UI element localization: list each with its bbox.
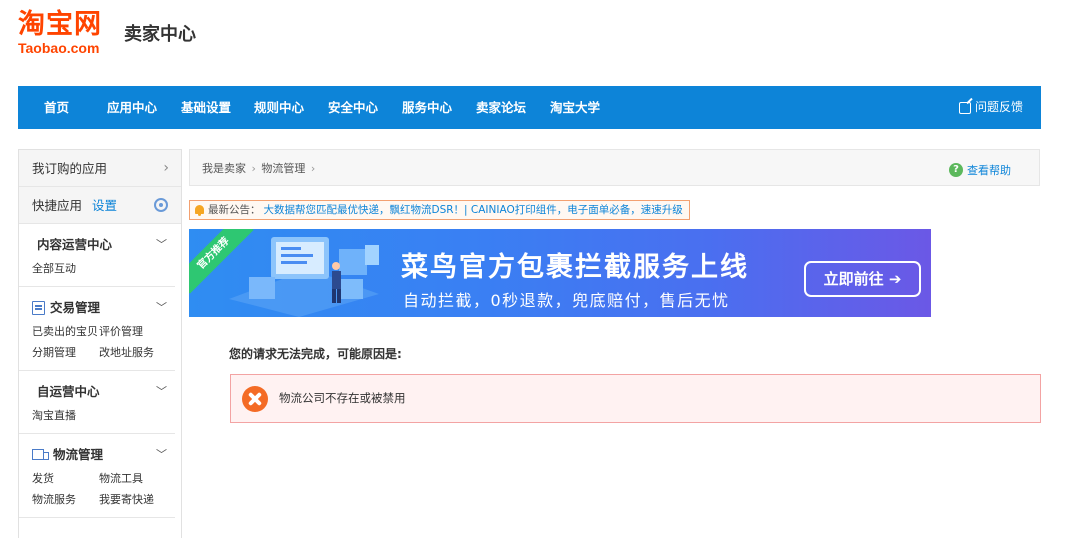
taobao-logo[interactable]: 淘宝网 Taobao.com (18, 9, 102, 56)
document-icon (32, 301, 45, 315)
help-link[interactable]: ? 查看帮助 (949, 162, 1011, 178)
feedback-label: 问题反馈 (974, 100, 1023, 114)
promo-banner[interactable]: 官方推荐 菜鸟官方包裹拦截服务上线 自动拦截，0秒退款，兜底赔付，售后无忧 立即… (189, 229, 931, 317)
feedback-link[interactable]: 问题反馈 (958, 86, 1023, 129)
error-x-icon (242, 386, 268, 412)
sidebar-link-installments[interactable]: 分期管理 (32, 344, 99, 360)
sidebar-link-send-express[interactable]: 我要寄快递 (99, 491, 166, 507)
quick-apps-label: 快捷应用 (32, 198, 83, 213)
sidebar-link-ship[interactable]: 发货 (32, 470, 99, 486)
group-title-row[interactable]: 交易管理 (32, 299, 162, 317)
group-title: 交易管理 (50, 300, 101, 315)
nav-item-app-center[interactable]: 应用中心 (107, 86, 157, 129)
group-title-row[interactable]: 物流管理 (32, 446, 162, 464)
nav-item-service-center[interactable]: 服务中心 (402, 86, 452, 129)
sidebar-link-all-interactions[interactable]: 全部互动 (32, 260, 99, 276)
sidebar-group-content-ops: 内容运营中心 ﹀ 全部互动 (19, 224, 175, 287)
sidebar-link-sold-items[interactable]: 已卖出的宝贝 (32, 323, 99, 339)
breadcrumb-separator: › (251, 162, 256, 175)
sidebar-link-logistics-tools[interactable]: 物流工具 (99, 470, 166, 486)
error-message: 物流公司不存在或被禁用 (279, 391, 406, 405)
sidebar-link-review-management[interactable]: 评价管理 (99, 323, 166, 339)
error-heading: 您的请求无法完成，可能原因是: (229, 347, 402, 361)
announcement-label: 最新公告： (208, 204, 261, 216)
group-title: 物流管理 (53, 447, 104, 462)
banner-subtitle: 自动拦截，0秒退款，兜底赔付，售后无忧 (403, 291, 730, 310)
banner-title: 菜鸟官方包裹拦截服务上线 (401, 252, 749, 283)
breadcrumb-bar: 我是卖家 › 物流管理 › ? 查看帮助 (189, 149, 1040, 186)
logo-english: Taobao.com (18, 40, 100, 56)
header: 淘宝网 Taobao.com 卖家中心 (0, 0, 1080, 86)
chevron-right-icon: › (163, 160, 169, 176)
quick-apps-settings-link[interactable]: 设置 (92, 198, 117, 213)
subscribed-apps-label: 我订购的应用 (32, 161, 108, 176)
nav-item-taobao-university[interactable]: 淘宝大学 (550, 86, 600, 129)
main-nav: 首页 应用中心 基础设置 规则中心 安全中心 服务中心 卖家论坛 淘宝大学 问题… (18, 86, 1041, 129)
chevron-down-icon[interactable]: ﹀ (156, 446, 167, 462)
truck-icon (32, 449, 49, 461)
breadcrumb-item[interactable]: 我是卖家 (202, 162, 246, 175)
page-title: 卖家中心 (124, 24, 196, 45)
chevron-down-icon[interactable]: ﹀ (156, 383, 167, 399)
breadcrumb: 我是卖家 › 物流管理 › (202, 150, 317, 187)
group-title[interactable]: 自运营中心 (32, 383, 162, 401)
go-now-button[interactable]: 立即前往 ➔ (804, 261, 921, 297)
edit-icon (958, 101, 971, 114)
chevron-down-icon[interactable]: ﹀ (156, 236, 167, 252)
nav-item-rules-center[interactable]: 规则中心 (254, 86, 304, 129)
nav-item-basic-settings[interactable]: 基础设置 (181, 86, 231, 129)
sidebar: 我订购的应用 › 快捷应用 设置 内容运营中心 ﹀ 全部互动 交易管理 ﹀ 已卖… (18, 149, 182, 538)
sidebar-link-logistics-services[interactable]: 物流服务 (32, 491, 99, 507)
nav-item-security-center[interactable]: 安全中心 (328, 86, 378, 129)
group-title[interactable]: 内容运营中心 (32, 236, 162, 254)
nav-item-home[interactable]: 首页 (44, 86, 69, 129)
nav-item-seller-forum[interactable]: 卖家论坛 (476, 86, 526, 129)
error-box: 物流公司不存在或被禁用 (230, 374, 1041, 423)
breadcrumb-item[interactable]: 物流管理 (261, 162, 305, 175)
help-label: 查看帮助 (967, 164, 1011, 177)
chevron-down-icon[interactable]: ﹀ (156, 299, 167, 315)
bell-icon (194, 204, 205, 216)
sidebar-group-logistics: 物流管理 ﹀ 发货 物流工具 物流服务 我要寄快递 (19, 434, 175, 518)
announcement-bar: 最新公告： 大数据帮您匹配最优快递，飘红物流DSR！| CAINIAO打印组件，… (189, 200, 690, 220)
announcement-link[interactable]: 大数据帮您匹配最优快递，飘红物流DSR！| CAINIAO打印组件，电子面单必备… (264, 201, 683, 219)
sidebar-quick-apps: 快捷应用 设置 (19, 187, 181, 224)
question-icon: ? (949, 163, 963, 177)
gear-icon[interactable] (154, 198, 168, 212)
sidebar-subscribed-apps[interactable]: 我订购的应用 › (19, 150, 181, 187)
sidebar-group-self-ops: 自运营中心 ﹀ 淘宝直播 (19, 371, 175, 434)
logo-chinese: 淘宝网 (18, 9, 102, 40)
sidebar-link-live[interactable]: 淘宝直播 (32, 407, 99, 423)
sidebar-link-address-change[interactable]: 改地址服务 (99, 344, 166, 360)
sidebar-group-trade: 交易管理 ﹀ 已卖出的宝贝 评价管理 分期管理 改地址服务 (19, 287, 175, 371)
breadcrumb-separator: › (310, 162, 316, 175)
